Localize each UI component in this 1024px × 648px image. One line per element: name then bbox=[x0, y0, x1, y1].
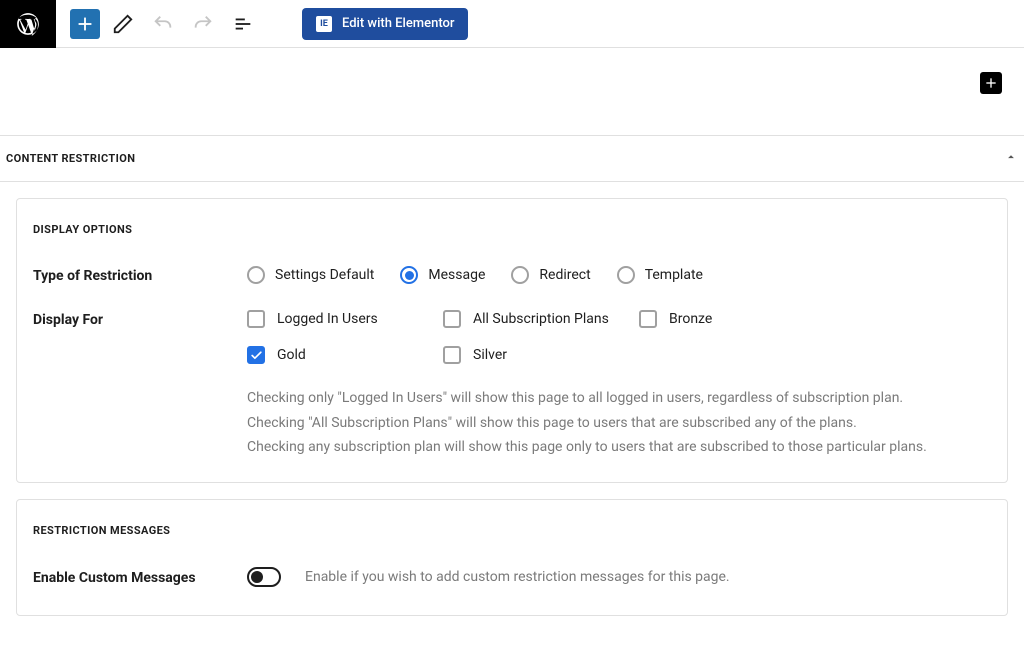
elementor-label: Edit with Elementor bbox=[342, 16, 454, 31]
checkbox-silver[interactable]: Silver bbox=[443, 346, 639, 364]
display-for-row: Display For Logged In Users All Subscrip… bbox=[33, 310, 991, 460]
plus-icon bbox=[983, 75, 999, 91]
panel-title: CONTENT RESTRICTION bbox=[6, 152, 135, 165]
collapse-toggle[interactable] bbox=[1004, 150, 1018, 167]
pencil-icon bbox=[112, 13, 134, 35]
help-line-3: Checking any subscription plan will show… bbox=[247, 435, 991, 460]
checkbox-label: Gold bbox=[277, 347, 306, 363]
checkbox-icon bbox=[639, 310, 657, 328]
wp-logo[interactable] bbox=[0, 0, 56, 48]
display-for-label: Display For bbox=[33, 310, 247, 328]
wordpress-icon bbox=[15, 11, 41, 37]
radio-template[interactable]: Template bbox=[617, 266, 703, 284]
checkbox-gold[interactable]: Gold bbox=[247, 346, 443, 364]
display-for-content: Logged In Users All Subscription Plans B… bbox=[247, 310, 991, 460]
redo-icon bbox=[192, 13, 214, 35]
type-of-restriction-row: Type of Restriction Settings Default Mes… bbox=[33, 266, 991, 284]
restriction-type-radio-group: Settings Default Message Redirect Templa… bbox=[247, 266, 991, 284]
radio-message[interactable]: Message bbox=[400, 266, 485, 284]
radio-icon bbox=[617, 266, 635, 284]
checkbox-label: All Subscription Plans bbox=[473, 311, 609, 327]
radio-icon bbox=[247, 266, 265, 284]
elementor-icon: IE bbox=[316, 16, 332, 32]
checkbox-label: Logged In Users bbox=[277, 311, 378, 327]
content-restriction-panel-header[interactable]: CONTENT RESTRICTION bbox=[0, 136, 1024, 182]
display-for-checkboxes: Logged In Users All Subscription Plans B… bbox=[247, 310, 991, 364]
undo-icon bbox=[152, 13, 174, 35]
enable-custom-messages-toggle[interactable] bbox=[247, 567, 281, 587]
card-title: DISPLAY OPTIONS bbox=[33, 223, 991, 236]
radio-label: Redirect bbox=[539, 267, 590, 283]
card-title: RESTRICTION MESSAGES bbox=[33, 524, 991, 537]
edit-mode-button[interactable] bbox=[106, 7, 140, 41]
redo-button[interactable] bbox=[186, 7, 220, 41]
add-block-button[interactable] bbox=[70, 9, 100, 39]
undo-button[interactable] bbox=[146, 7, 180, 41]
checkbox-label: Silver bbox=[473, 347, 507, 363]
enable-custom-messages-row: Enable Custom Messages Enable if you wis… bbox=[33, 567, 991, 587]
radio-icon bbox=[400, 266, 418, 284]
enable-custom-messages-label: Enable Custom Messages bbox=[33, 568, 247, 586]
help-line-1: Checking only "Logged In Users" will sho… bbox=[247, 386, 991, 411]
editor-canvas bbox=[0, 48, 1024, 136]
checkbox-icon bbox=[443, 310, 461, 328]
toolbar-actions: IE Edit with Elementor bbox=[56, 7, 468, 41]
display-for-help: Checking only "Logged In Users" will sho… bbox=[247, 386, 991, 460]
radio-label: Message bbox=[428, 267, 485, 283]
checkbox-all-subscription-plans[interactable]: All Subscription Plans bbox=[443, 310, 639, 328]
editor-toolbar: IE Edit with Elementor bbox=[0, 0, 1024, 48]
chevron-up-icon bbox=[1004, 150, 1018, 164]
radio-icon bbox=[511, 266, 529, 284]
restriction-messages-card: RESTRICTION MESSAGES Enable Custom Messa… bbox=[16, 499, 1008, 616]
plus-icon bbox=[74, 13, 96, 35]
help-line-2: Checking "All Subscription Plans" will s… bbox=[247, 411, 991, 436]
edit-elementor-button[interactable]: IE Edit with Elementor bbox=[302, 8, 468, 40]
insert-block-button[interactable] bbox=[980, 72, 1002, 94]
radio-label: Settings Default bbox=[275, 267, 374, 283]
checkbox-icon bbox=[247, 346, 265, 364]
document-overview-button[interactable] bbox=[226, 7, 260, 41]
check-icon bbox=[250, 349, 263, 362]
checkbox-icon bbox=[443, 346, 461, 364]
checkbox-logged-in-users[interactable]: Logged In Users bbox=[247, 310, 443, 328]
checkbox-icon bbox=[247, 310, 265, 328]
radio-redirect[interactable]: Redirect bbox=[511, 266, 590, 284]
display-options-card: DISPLAY OPTIONS Type of Restriction Sett… bbox=[16, 198, 1008, 483]
enable-custom-messages-desc: Enable if you wish to add custom restric… bbox=[305, 569, 730, 585]
content-restriction-panel-body: DISPLAY OPTIONS Type of Restriction Sett… bbox=[0, 182, 1024, 648]
checkbox-bronze[interactable]: Bronze bbox=[639, 310, 835, 328]
list-icon bbox=[232, 13, 254, 35]
checkbox-label: Bronze bbox=[669, 311, 712, 327]
radio-label: Template bbox=[645, 267, 703, 283]
radio-settings-default[interactable]: Settings Default bbox=[247, 266, 374, 284]
type-of-restriction-label: Type of Restriction bbox=[33, 266, 247, 284]
